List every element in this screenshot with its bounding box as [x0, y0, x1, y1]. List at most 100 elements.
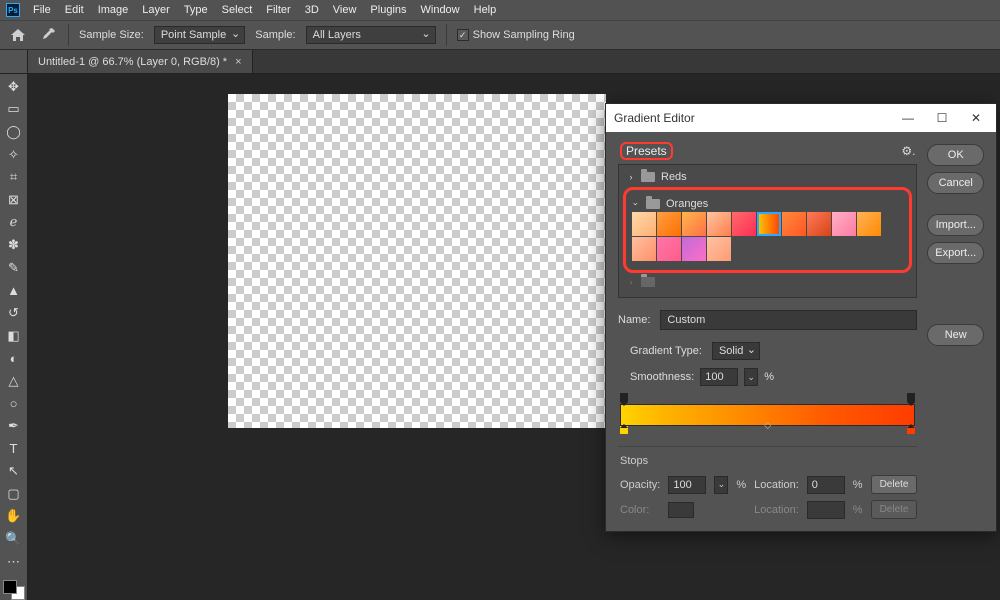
stops-panel: Stops Opacity: ⌄ % Location: % Delete Co… — [618, 446, 917, 519]
menu-plugins[interactable]: Plugins — [363, 4, 413, 16]
gradient-swatch[interactable] — [782, 212, 806, 236]
close-tab-icon[interactable]: × — [235, 56, 241, 68]
color-stop-right[interactable] — [907, 426, 915, 434]
folder-oranges[interactable]: › Oranges — [632, 196, 903, 212]
dialog-title-bar[interactable]: Gradient Editor — ☐ ✕ — [606, 104, 996, 132]
heal-tool-icon[interactable]: ✽ — [2, 235, 26, 255]
frame-tool-icon[interactable]: ⊠ — [2, 190, 26, 210]
opacity-input[interactable] — [668, 476, 706, 494]
menu-file[interactable]: File — [26, 4, 58, 16]
crop-tool-icon[interactable]: ⌗ — [2, 167, 26, 187]
document-canvas[interactable] — [228, 94, 606, 428]
folder-reds[interactable]: › Reds — [623, 169, 912, 185]
color-stop-left[interactable] — [620, 426, 628, 434]
gradient-tool-icon[interactable]: ◐ — [2, 348, 26, 368]
gradient-swatch[interactable] — [807, 212, 831, 236]
menu-image[interactable]: Image — [91, 4, 136, 16]
maximize-icon[interactable]: ☐ — [930, 111, 954, 125]
gradient-swatch[interactable] — [857, 212, 881, 236]
wand-tool-icon[interactable]: ✧ — [2, 145, 26, 165]
brush-tool-icon[interactable]: ✎ — [2, 258, 26, 278]
blur-tool-icon[interactable]: △ — [2, 371, 26, 391]
smoothness-stepper[interactable]: ⌄ — [744, 368, 758, 386]
minimize-icon[interactable]: — — [896, 111, 920, 125]
cancel-button[interactable]: Cancel — [927, 172, 984, 194]
import-button[interactable]: Import... — [927, 214, 984, 236]
marquee-tool-icon[interactable]: ▭ — [2, 100, 26, 120]
gradient-editor-dialog: Gradient Editor — ☐ ✕ Presets ⚙. › Reds — [605, 103, 997, 532]
gradient-swatch[interactable] — [757, 212, 781, 236]
home-icon[interactable] — [8, 25, 28, 45]
sample-select[interactable]: All Layers — [306, 26, 436, 44]
presets-label: Presets — [626, 144, 667, 158]
chevron-right-icon: › — [627, 172, 635, 182]
opacity-stop-left[interactable] — [620, 393, 628, 402]
pen-tool-icon[interactable]: ✒ — [2, 416, 26, 436]
path-select-icon[interactable]: ↖ — [2, 461, 26, 481]
presets-gear-icon[interactable]: ⚙. — [901, 144, 915, 158]
hand-tool-icon[interactable]: ✋ — [2, 507, 26, 527]
gradient-swatch[interactable] — [732, 212, 756, 236]
midpoint-icon[interactable]: ◇ — [764, 420, 771, 431]
presets-panel: › Reds › Oranges › — [618, 164, 917, 298]
show-ring-checkbox[interactable]: ✓ — [457, 29, 469, 41]
eyedropper-icon[interactable] — [38, 25, 58, 45]
fg-color[interactable] — [3, 580, 17, 594]
lasso-tool-icon[interactable]: ◯ — [2, 122, 26, 142]
shape-tool-icon[interactable]: ▢ — [2, 484, 26, 504]
new-button[interactable]: New — [927, 324, 984, 346]
gradient-swatch[interactable] — [657, 212, 681, 236]
folder-collapsed[interactable]: › — [623, 273, 912, 291]
location-label: Location: — [754, 479, 799, 491]
delete-opacity-stop-button[interactable]: Delete — [871, 475, 918, 494]
name-label: Name: — [618, 314, 650, 326]
gradient-type-label: Gradient Type: — [630, 345, 702, 357]
gradient-swatch[interactable] — [707, 237, 731, 261]
opacity-stop-right[interactable] — [907, 393, 915, 402]
sample-size-select[interactable]: Point Sample — [154, 26, 245, 44]
export-button[interactable]: Export... — [927, 242, 984, 264]
ok-button[interactable]: OK — [927, 144, 984, 166]
document-tab-bar: Untitled-1 @ 66.7% (Layer 0, RGB/8) * × — [0, 50, 1000, 74]
name-input[interactable] — [660, 310, 917, 330]
menu-bar: Ps File Edit Image Layer Type Select Fil… — [0, 0, 1000, 20]
menu-type[interactable]: Type — [177, 4, 215, 16]
document-tab[interactable]: Untitled-1 @ 66.7% (Layer 0, RGB/8) * × — [28, 50, 253, 73]
smoothness-label: Smoothness: — [630, 371, 694, 383]
menu-view[interactable]: View — [326, 4, 364, 16]
folder-icon — [641, 277, 655, 287]
history-brush-icon[interactable]: ↺ — [2, 303, 26, 323]
dodge-tool-icon[interactable]: ○ — [2, 394, 26, 414]
opacity-stepper[interactable]: ⌄ — [714, 476, 728, 494]
menu-window[interactable]: Window — [414, 4, 467, 16]
gradient-swatch[interactable] — [657, 237, 681, 261]
gradient-swatch[interactable] — [632, 212, 656, 236]
smoothness-input[interactable] — [700, 368, 738, 386]
menu-filter[interactable]: Filter — [259, 4, 297, 16]
type-tool-icon[interactable]: T — [2, 439, 26, 459]
gradient-swatch[interactable] — [682, 212, 706, 236]
gradient-swatch[interactable] — [632, 237, 656, 261]
eraser-tool-icon[interactable]: ◧ — [2, 326, 26, 346]
gradient-swatch[interactable] — [707, 212, 731, 236]
gradient-swatch[interactable] — [682, 237, 706, 261]
location2-label: Location: — [754, 504, 799, 516]
folder-icon — [646, 199, 660, 209]
more-tools-icon[interactable]: ⋯ — [2, 552, 26, 572]
zoom-tool-icon[interactable]: 🔍 — [2, 529, 26, 549]
color-well[interactable] — [668, 502, 694, 518]
close-icon[interactable]: ✕ — [964, 111, 988, 125]
gradient-type-select[interactable]: Solid — [712, 342, 760, 360]
eyedropper-tool-icon[interactable]: ℯ — [2, 213, 26, 233]
menu-select[interactable]: Select — [215, 4, 260, 16]
chevron-down-icon: › — [631, 200, 641, 208]
location-input[interactable] — [807, 476, 845, 494]
menu-layer[interactable]: Layer — [135, 4, 177, 16]
menu-edit[interactable]: Edit — [58, 4, 91, 16]
move-tool-icon[interactable]: ✥ — [2, 77, 26, 97]
menu-help[interactable]: Help — [467, 4, 504, 16]
stamp-tool-icon[interactable]: ▲ — [2, 280, 26, 300]
menu-3d[interactable]: 3D — [298, 4, 326, 16]
gradient-swatch[interactable] — [832, 212, 856, 236]
color-swatch[interactable] — [3, 580, 25, 600]
